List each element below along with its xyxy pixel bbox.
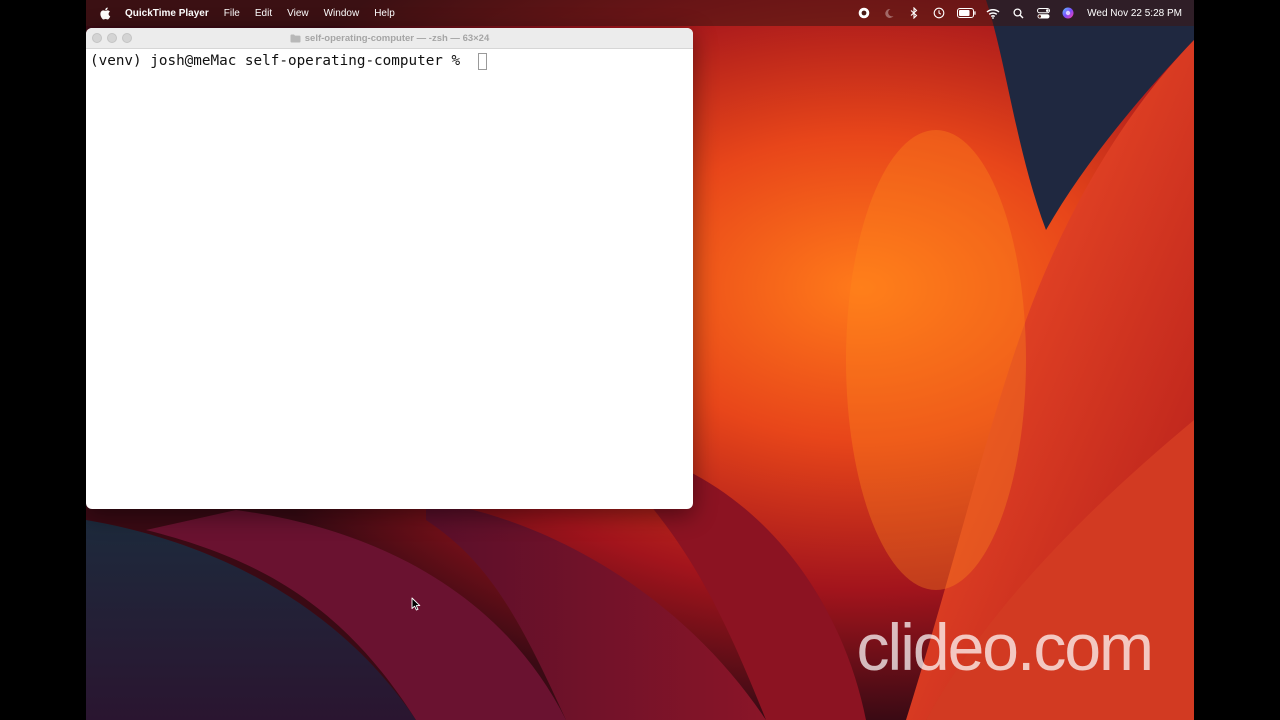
search-icon[interactable] (1010, 6, 1026, 20)
mouse-pointer-icon (411, 597, 421, 611)
menu-edit[interactable]: Edit (255, 8, 272, 19)
battery-icon[interactable] (956, 6, 976, 20)
control-center-icon[interactable] (1035, 6, 1051, 20)
text-cursor (477, 52, 487, 70)
menu-app-name[interactable]: QuickTime Player (125, 8, 209, 19)
shell-prompt: (venv) josh@meMac self-operating-compute… (90, 53, 469, 69)
prompt-line: (venv) josh@meMac self-operating-compute… (90, 51, 693, 71)
bluetooth-icon[interactable] (906, 6, 922, 20)
apple-logo-icon[interactable] (99, 6, 111, 20)
menu-file[interactable]: File (224, 8, 240, 19)
terminal-titlebar[interactable]: self-operating-computer — -zsh — 63×24 (86, 28, 693, 49)
menu-help[interactable]: Help (374, 8, 395, 19)
status-area: Wed Nov 22 5:28 PM (856, 0, 1194, 26)
moon-icon[interactable] (881, 6, 897, 20)
folder-icon (290, 34, 301, 42)
menu-bar: QuickTime Player File Edit View Window H… (86, 0, 1194, 26)
menu-bar-clock[interactable]: Wed Nov 22 5:28 PM (1087, 8, 1182, 19)
terminal-window[interactable]: self-operating-computer — -zsh — 63×24 (… (86, 28, 693, 509)
window-title-text: self-operating-computer — -zsh — 63×24 (304, 32, 490, 44)
desktop: QuickTime Player File Edit View Window H… (86, 0, 1194, 720)
record-icon[interactable] (856, 6, 872, 20)
siri-icon[interactable] (1060, 6, 1076, 20)
wifi-icon[interactable] (985, 6, 1001, 20)
time-machine-icon[interactable] (931, 6, 947, 20)
menu-view[interactable]: View (287, 8, 309, 19)
menu-window[interactable]: Window (324, 8, 360, 19)
terminal-content[interactable]: (venv) josh@meMac self-operating-compute… (86, 49, 693, 509)
watermark: clideo.com (856, 610, 1154, 684)
window-title: self-operating-computer — -zsh — 63×24 (86, 28, 693, 48)
